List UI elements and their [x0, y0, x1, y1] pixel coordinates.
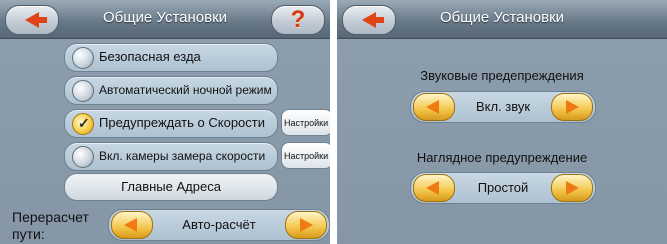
question-mark-icon: ?	[290, 6, 306, 33]
left-arrow-icon	[426, 181, 439, 195]
option-speed-cameras[interactable]: Вкл. камеры замера скорости	[64, 142, 278, 171]
sound-prev-button[interactable]	[413, 93, 455, 121]
recalc-prev-button[interactable]	[111, 211, 153, 239]
visual-next-button[interactable]	[551, 174, 593, 202]
speed-warning-settings-button[interactable]: Настройки	[281, 109, 330, 136]
option-label: Автоматический ночной режим	[99, 83, 272, 97]
back-button[interactable]	[5, 5, 59, 35]
sound-next-button[interactable]	[551, 93, 593, 121]
radio-icon	[72, 80, 94, 102]
page-title: Общие Установки	[439, 9, 565, 26]
settings-panel-right: Общие Установки Звуковые предепреждения …	[337, 0, 667, 244]
right-arrow-icon	[566, 100, 579, 114]
settings-panel-left: Общие Установки ? Безопасная езда Автома…	[0, 0, 330, 244]
checkmark-icon: ✓	[78, 115, 90, 131]
recalc-selector: Авто-расчёт	[108, 209, 330, 241]
option-auto-night-mode[interactable]: Автоматический ночной режим	[64, 76, 278, 105]
radio-icon: ✓	[72, 113, 94, 135]
recalc-next-button[interactable]	[285, 211, 327, 239]
left-arrow-icon	[124, 218, 137, 232]
right-arrow-icon	[300, 218, 313, 232]
title-bar: Общие Установки	[337, 0, 667, 39]
help-button[interactable]: ?	[271, 5, 325, 35]
visual-warning-label: Наглядное предупреждение	[416, 150, 588, 165]
sound-value: Вкл. звук	[475, 99, 531, 114]
recalc-label: Перерасчет пути:	[12, 209, 89, 242]
recalc-value: Авто-расчёт	[182, 217, 256, 232]
left-arrow-icon	[426, 100, 439, 114]
sound-selector: Вкл. звук	[410, 91, 596, 123]
title-bar: Общие Установки ?	[0, 0, 330, 39]
radio-icon	[72, 47, 94, 69]
back-button[interactable]	[342, 5, 396, 35]
visual-prev-button[interactable]	[413, 174, 455, 202]
option-safe-driving[interactable]: Безопасная езда	[64, 43, 278, 72]
main-addresses-button[interactable]: Главные Адреса	[64, 173, 278, 201]
option-label: Предупреждать о Скорости	[99, 115, 265, 130]
visual-value: Простой	[477, 180, 529, 195]
back-arrow-icon	[362, 12, 384, 28]
right-arrow-icon	[566, 181, 579, 195]
option-speed-warning[interactable]: ✓ Предупреждать о Скорости	[64, 109, 278, 138]
page-title: Общие Установки	[102, 9, 228, 26]
sound-warnings-label: Звуковые предепреждения	[420, 68, 584, 83]
back-arrow-icon	[25, 12, 47, 28]
radio-icon	[72, 146, 94, 168]
option-label: Вкл. камеры замера скорости	[99, 149, 266, 163]
visual-selector: Простой	[410, 172, 596, 204]
speed-cameras-settings-button[interactable]: Настройки	[281, 142, 330, 169]
option-label: Безопасная езда	[99, 49, 201, 64]
